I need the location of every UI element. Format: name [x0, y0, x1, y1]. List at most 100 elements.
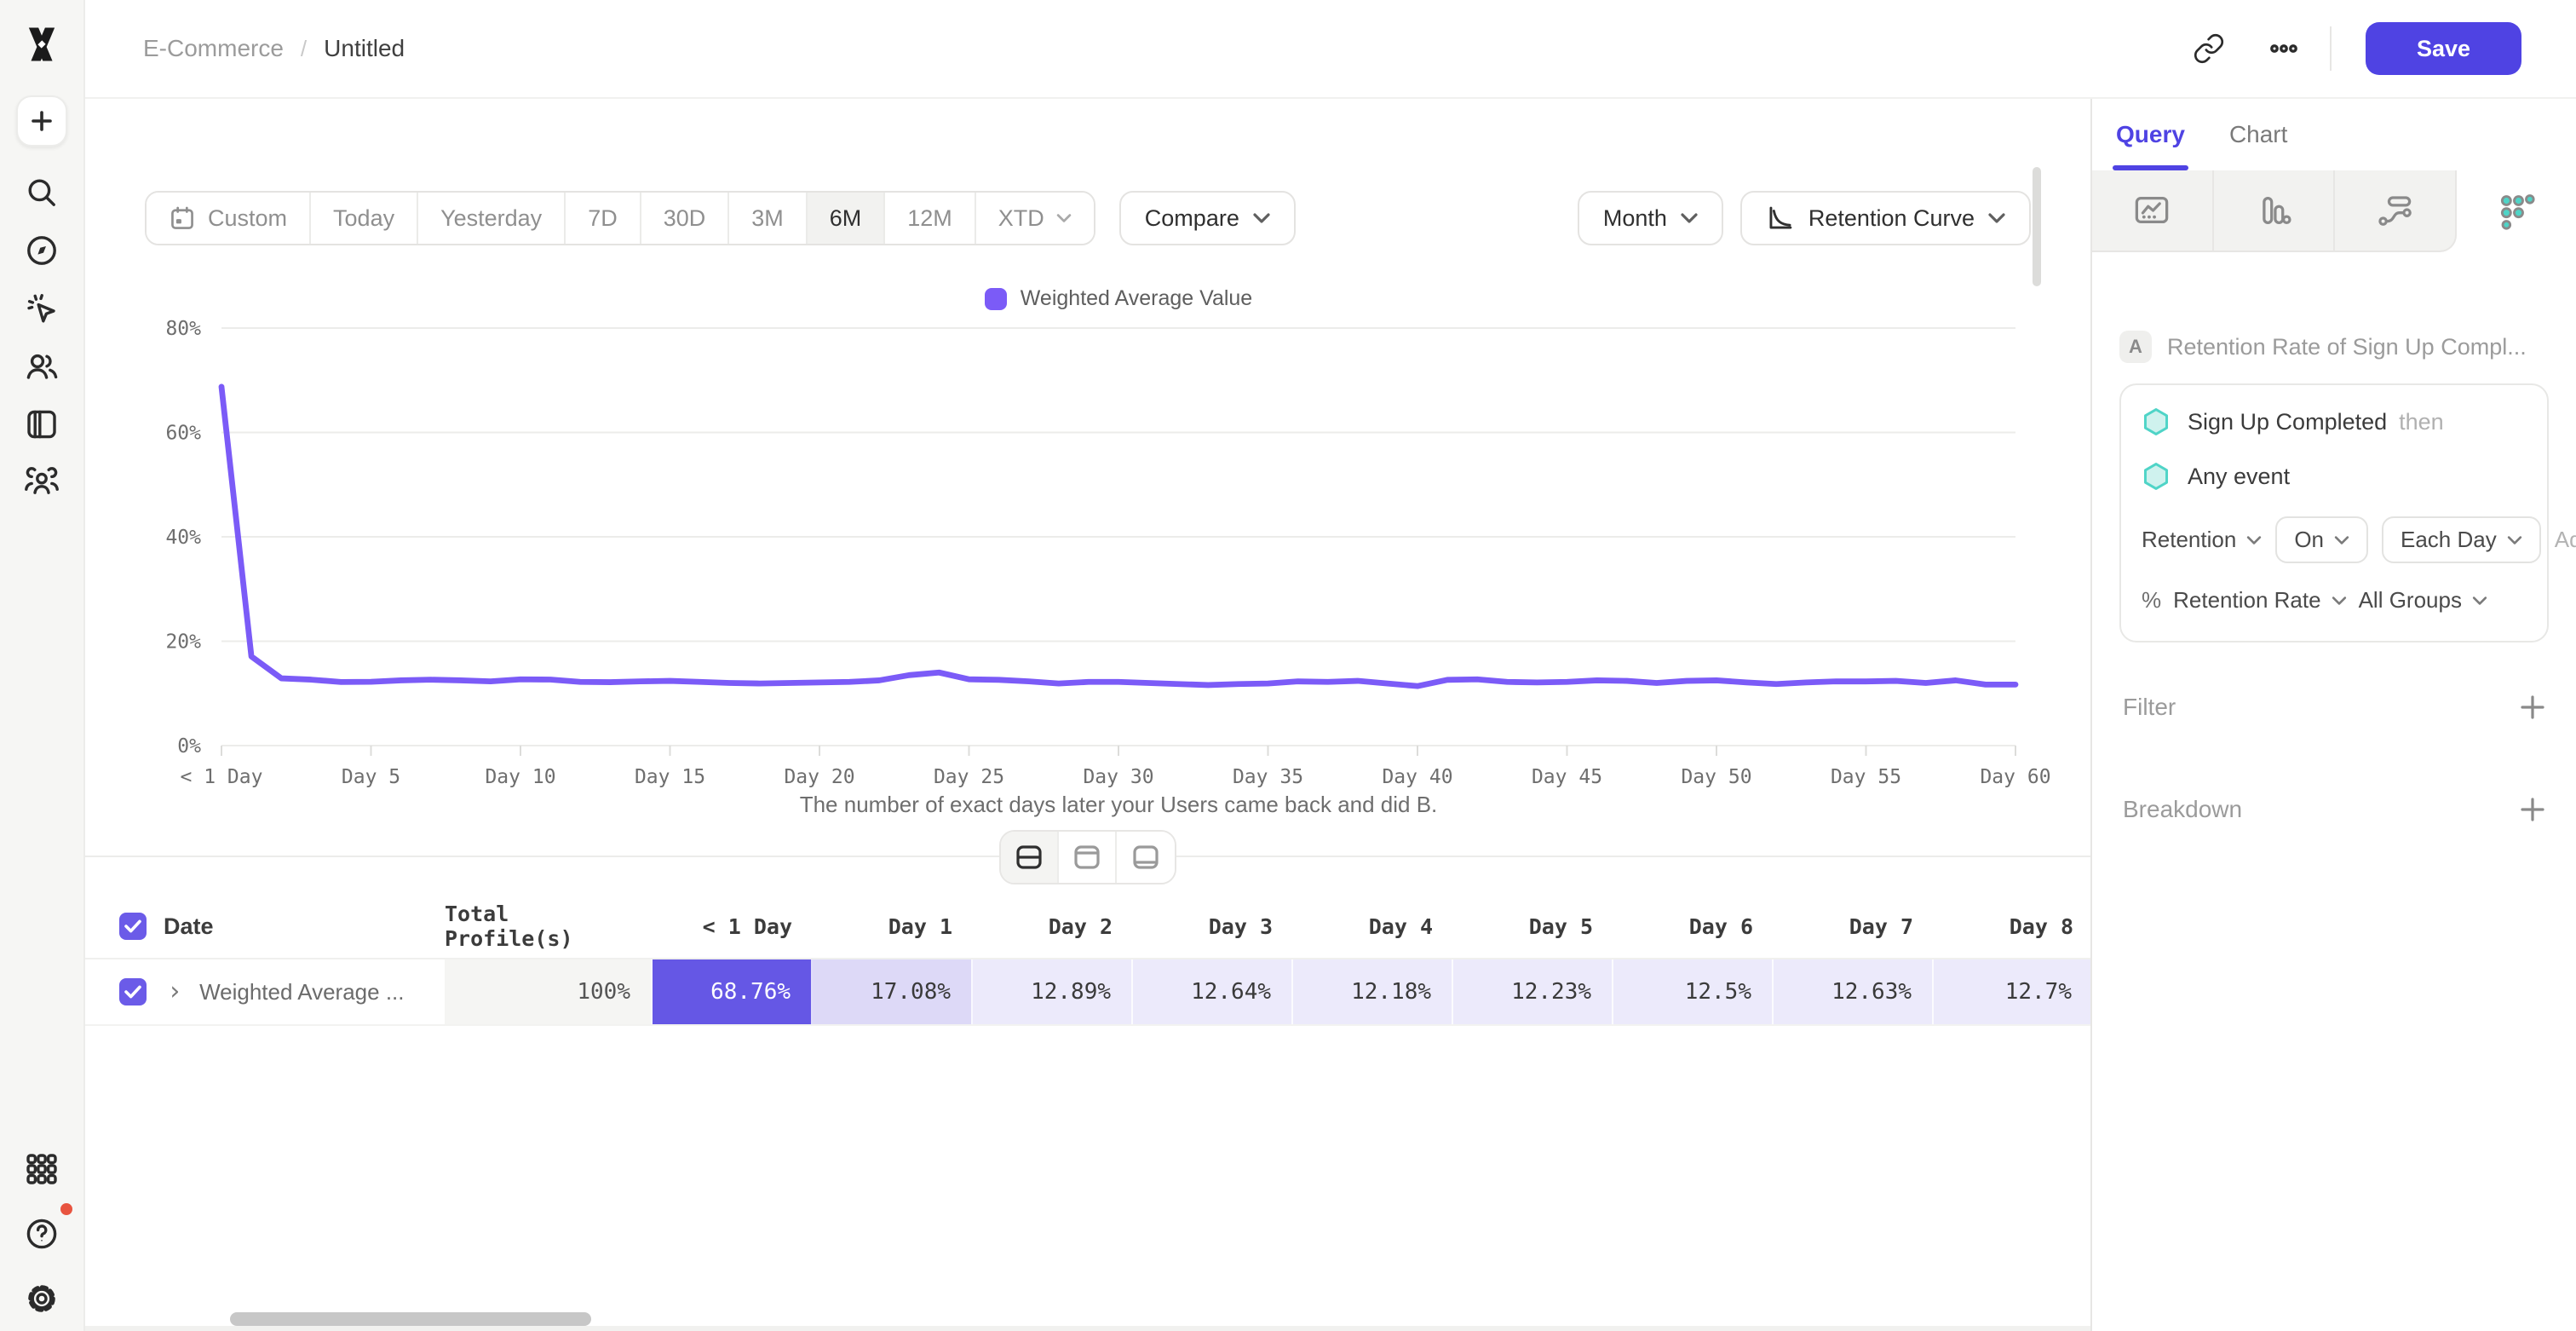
chevron-down-icon	[2334, 535, 2349, 545]
retention-type-dropdown[interactable]: Retention	[2142, 527, 2262, 553]
groups-dropdown[interactable]: All Groups	[2359, 587, 2487, 614]
filter-section: Filter	[2119, 694, 2549, 721]
svg-text:Day 60: Day 60	[1980, 766, 2050, 788]
event-hexagon-icon	[2142, 462, 2171, 491]
retention-chart[interactable]: 0%20%40%60%80%< 1 DayDay 5Day 10Day 15Da…	[85, 311, 2090, 788]
header-divider	[2330, 26, 2332, 71]
tab-query[interactable]: Query	[2116, 99, 2185, 170]
date-range-12m[interactable]: 12M	[885, 193, 976, 244]
retention-cell[interactable]: 12.89%	[973, 959, 1133, 1024]
users-icon[interactable]	[13, 337, 71, 395]
date-range-6m[interactable]: 6M	[808, 193, 886, 244]
compass-icon[interactable]	[13, 222, 71, 279]
save-button[interactable]: Save	[2366, 22, 2521, 75]
panel-tab-bar: Query Chart	[2092, 99, 2576, 170]
svg-text:Day 50: Day 50	[1681, 766, 1751, 788]
chevron-down-icon	[1056, 213, 1072, 223]
date-range-custom[interactable]: Custom	[147, 193, 311, 244]
query-title[interactable]: Retention Rate of Sign Up Compl...	[2167, 334, 2527, 360]
report-tab-insights[interactable]	[2092, 170, 2214, 252]
row-label[interactable]: Weighted Average ...	[199, 979, 404, 1005]
apps-grid-icon[interactable]	[13, 1140, 71, 1198]
query-card: Sign Up Completed then Any event Retenti…	[2119, 383, 2549, 642]
chevron-down-icon	[2472, 596, 2487, 606]
chevron-down-icon	[2507, 535, 2522, 545]
retention-cell[interactable]: 68.76%	[653, 959, 813, 1024]
breakdown-section: Breakdown	[2119, 796, 2549, 823]
horizontal-scrollbar-thumb[interactable]	[230, 1312, 591, 1326]
create-new-button[interactable]	[16, 95, 67, 147]
more-options-icon[interactable]	[2258, 23, 2309, 74]
click-cursor-icon[interactable]	[13, 279, 71, 337]
svg-text:Day 15: Day 15	[635, 766, 705, 788]
filter-label: Filter	[2123, 694, 2176, 721]
date-range-3m[interactable]: 3M	[729, 193, 808, 244]
retention-cell[interactable]: 12.63%	[1774, 959, 1934, 1024]
column-header-7: Day 5	[1453, 895, 1613, 958]
on-dropdown[interactable]: On	[2275, 516, 2368, 563]
retention-cell[interactable]: 12.7%	[1934, 959, 2090, 1024]
add-filter-button[interactable]	[2520, 694, 2545, 720]
retention-cell[interactable]: 12.18%	[1293, 959, 1453, 1024]
column-header-10: Day 8	[1934, 895, 2090, 958]
report-tab-funnels[interactable]	[2214, 170, 2336, 252]
retention-table: DateTotal Profile(s)< 1 DayDay 1Day 2Day…	[85, 895, 2090, 1026]
retention-cell[interactable]: 12.64%	[1133, 959, 1293, 1024]
row-checkbox[interactable]	[119, 978, 147, 1005]
horizontal-scrollbar-track	[85, 1326, 2090, 1331]
breadcrumb-separator: /	[301, 36, 307, 62]
retention-cell[interactable]: 100%	[445, 959, 653, 1024]
people-group-icon[interactable]	[13, 453, 71, 511]
retention-cell[interactable]: 12.23%	[1453, 959, 1613, 1024]
each-day-dropdown[interactable]: Each Day	[2382, 516, 2541, 563]
table-row: ›Weighted Average ...100%68.76%17.08%12.…	[85, 959, 2090, 1026]
mixpanel-logo-icon[interactable]	[20, 22, 64, 66]
notebook-icon[interactable]	[13, 395, 71, 453]
report-tab-flows[interactable]	[2335, 170, 2457, 252]
row-expand-chevron[interactable]: ›	[167, 979, 182, 1005]
date-range-30d[interactable]: 30D	[641, 193, 730, 244]
svg-text:Day 45: Day 45	[1532, 766, 1602, 788]
notification-dot	[57, 1200, 76, 1219]
query-builder: A Retention Rate of Sign Up Compl... Sig…	[2092, 331, 2576, 823]
tab-chart[interactable]: Chart	[2229, 99, 2287, 170]
row-header-cell: › Weighted Average ...	[85, 959, 445, 1024]
column-header-3: Day 1	[813, 895, 973, 958]
vertical-scrollbar-thumb[interactable]	[2033, 167, 2041, 286]
search-icon[interactable]	[13, 164, 71, 222]
event-row-any-event[interactable]: Any event	[2142, 462, 2527, 491]
svg-text:Day 30: Day 30	[1083, 766, 1153, 788]
layout-chart-only-button[interactable]	[1059, 832, 1117, 883]
add-breakdown-button[interactable]	[2520, 797, 2545, 822]
svg-text:Day 25: Day 25	[934, 766, 1004, 788]
breadcrumb-title[interactable]: Untitled	[324, 35, 405, 62]
granularity-dropdown[interactable]: Month	[1578, 191, 1723, 245]
chart-type-dropdown[interactable]: Retention Curve	[1740, 191, 2031, 245]
measure-dropdown[interactable]: Retention Rate	[2173, 587, 2346, 614]
svg-text:< 1 Day: < 1 Day	[181, 766, 263, 788]
date-range-today[interactable]: Today	[311, 193, 418, 244]
retention-cell[interactable]: 17.08%	[813, 959, 973, 1024]
layout-table-only-button[interactable]	[1117, 832, 1175, 883]
settings-gear-icon[interactable]	[13, 1270, 71, 1328]
legend-label: Weighted Average Value	[1021, 286, 1252, 311]
compare-button[interactable]: Compare	[1119, 191, 1296, 245]
row-checkbox[interactable]	[119, 913, 147, 940]
report-tab-retention[interactable]	[2457, 170, 2576, 252]
copy-link-icon[interactable]	[2183, 23, 2234, 74]
series-a-badge: A	[2119, 331, 2152, 363]
date-range-7d[interactable]: 7D	[566, 193, 641, 244]
help-icon[interactable]	[13, 1205, 71, 1263]
svg-text:Day 10: Day 10	[485, 766, 555, 788]
layout-split-view-button[interactable]	[1001, 832, 1059, 883]
query-panel: Query Chart	[2090, 99, 2576, 1331]
retention-cell[interactable]: 12.5%	[1613, 959, 1774, 1024]
date-range-xtd[interactable]: XTD	[976, 193, 1094, 244]
event-hexagon-icon	[2142, 407, 2171, 436]
advanced-dropdown[interactable]: Adv...	[2555, 527, 2576, 553]
chart-legend[interactable]: Weighted Average Value	[221, 286, 2015, 311]
breadcrumb-project[interactable]: E-Commerce	[143, 35, 284, 62]
table-header-row: DateTotal Profile(s)< 1 DayDay 1Day 2Day…	[85, 895, 2090, 959]
event-row-signup[interactable]: Sign Up Completed then	[2142, 407, 2527, 436]
date-range-yesterday[interactable]: Yesterday	[418, 193, 566, 244]
